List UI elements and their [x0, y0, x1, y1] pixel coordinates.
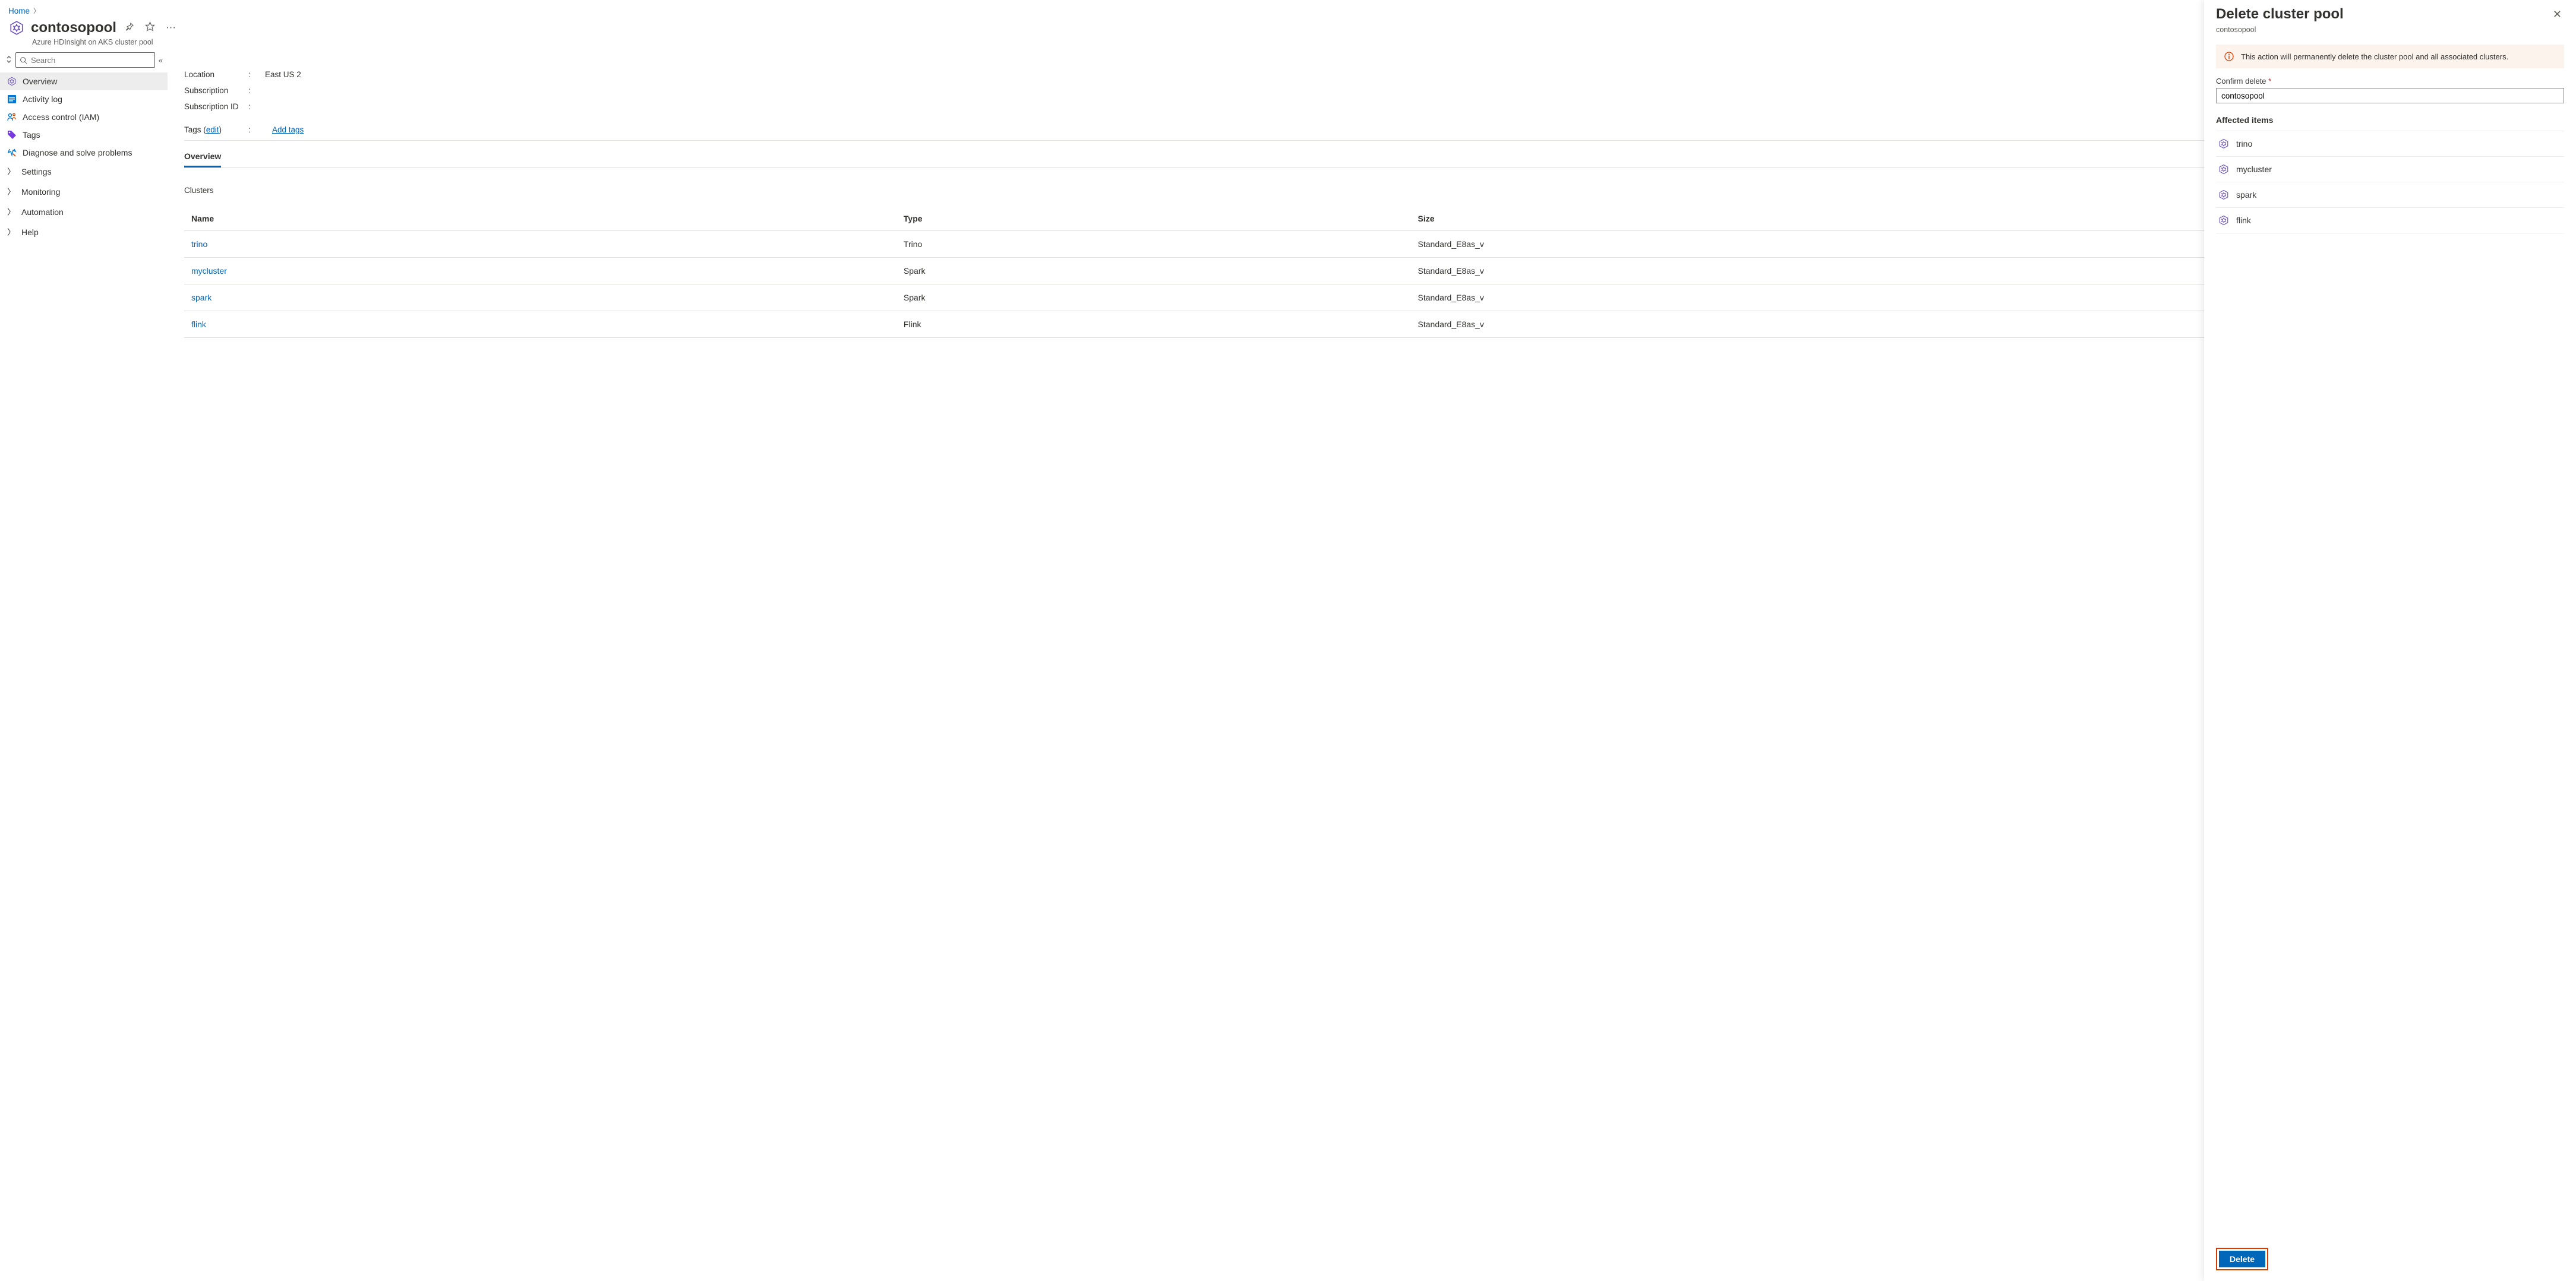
collapse-sidebar-icon[interactable]: « [159, 56, 163, 65]
breadcrumb: Home 〉 [0, 0, 2576, 19]
info-icon [2224, 52, 2234, 61]
activity-log-icon [7, 94, 17, 104]
confirm-label: Confirm delete [2216, 77, 2266, 86]
sidebar-search[interactable] [15, 52, 155, 68]
subscription-id-label: Subscription ID [184, 102, 248, 111]
panel-subtitle: contosopool [2204, 26, 2576, 41]
affected-item-name: mycluster [2236, 165, 2272, 174]
cluster-type: Spark [896, 258, 1411, 284]
page-title: contosopool [31, 20, 116, 36]
affected-item-name: flink [2236, 216, 2251, 225]
table-row: trino Trino Standard_E8as_v [184, 231, 2559, 258]
cluster-icon [2218, 215, 2229, 226]
sidebar-item-monitoring[interactable]: 〉 Monitoring [0, 182, 168, 202]
hex-icon [7, 77, 17, 86]
sidebar-item-help[interactable]: 〉 Help [0, 222, 168, 242]
diagnose-icon [7, 148, 17, 157]
page-subtitle: Azure HDInsight on AKS cluster pool [0, 38, 2576, 52]
sort-handle-icon[interactable] [6, 55, 12, 65]
tags-label: Tags (edit) [184, 125, 248, 134]
breadcrumb-home[interactable]: Home [8, 7, 30, 15]
clusters-heading: Clusters [184, 186, 2559, 195]
edit-tags-link[interactable]: edit [206, 125, 219, 134]
search-icon [20, 56, 27, 64]
cluster-link[interactable]: mycluster [191, 266, 227, 276]
affected-item-name: trino [2236, 139, 2252, 148]
delete-highlight: Delete [2216, 1248, 2268, 1270]
sidebar-item-label: Monitoring [21, 187, 60, 197]
required-star: * [2268, 77, 2271, 86]
col-name[interactable]: Name [184, 207, 896, 231]
sidebar-item-label: Automation [21, 207, 64, 217]
sidebar-item-label: Settings [21, 167, 52, 176]
sidebar-item-label: Overview [23, 77, 57, 86]
cluster-type: Trino [896, 231, 1411, 258]
access-control-icon [7, 112, 17, 122]
sidebar-item-label: Help [21, 227, 39, 237]
cluster-icon [2218, 164, 2229, 175]
clusters-table: Name Type Size trino Trino Standard_E8as… [184, 207, 2559, 338]
affected-item: flink [2216, 208, 2564, 233]
chevron-right-icon: 〉 [7, 186, 15, 198]
location-value: East US 2 [265, 70, 301, 79]
sidebar-item-tags[interactable]: Tags [0, 126, 168, 144]
sidebar-item-label: Activity log [23, 94, 62, 104]
cluster-type: Flink [896, 311, 1411, 338]
sidebar-item-diagnose[interactable]: Diagnose and solve problems [0, 144, 168, 162]
tab-overview[interactable]: Overview [184, 151, 221, 167]
tags-icon [7, 130, 17, 140]
sidebar-item-label: Diagnose and solve problems [23, 148, 132, 157]
delete-button[interactable]: Delete [2219, 1251, 2265, 1267]
sidebar-item-automation[interactable]: 〉 Automation [0, 202, 168, 222]
col-type[interactable]: Type [896, 207, 1411, 231]
sidebar-item-label: Access control (IAM) [23, 112, 99, 122]
warning-text: This action will permanently delete the … [2241, 52, 2508, 61]
favorite-icon[interactable] [143, 19, 157, 37]
affected-item: mycluster [2216, 157, 2564, 182]
affected-item: spark [2216, 182, 2564, 208]
cluster-link[interactable]: flink [191, 320, 206, 329]
sidebar-item-activity-log[interactable]: Activity log [0, 90, 168, 108]
sidebar: « Overview Activity log Access control (… [0, 52, 168, 1281]
sidebar-item-label: Tags [23, 130, 40, 140]
warning-banner: This action will permanently delete the … [2216, 45, 2564, 68]
sidebar-item-settings[interactable]: 〉 Settings [0, 162, 168, 182]
table-row: spark Spark Standard_E8as_v [184, 284, 2559, 311]
table-row: flink Flink Standard_E8as_v [184, 311, 2559, 338]
search-input[interactable] [31, 56, 151, 65]
add-tags-link[interactable]: Add tags [272, 125, 304, 134]
table-row: mycluster Spark Standard_E8as_v [184, 258, 2559, 284]
more-icon[interactable]: ⋯ [163, 20, 178, 36]
affected-item: trino [2216, 131, 2564, 157]
affected-items-heading: Affected items [2204, 113, 2576, 131]
panel-title: Delete cluster pool [2216, 6, 2344, 23]
chevron-right-icon: 〉 [7, 166, 15, 178]
cluster-pool-icon [8, 20, 25, 36]
pin-icon[interactable] [122, 20, 137, 37]
affected-item-name: spark [2236, 190, 2256, 200]
delete-panel: Delete cluster pool ✕ contosopool This a… [2204, 0, 2576, 1281]
cluster-link[interactable]: spark [191, 293, 211, 302]
chevron-right-icon: 〉 [7, 206, 15, 218]
close-icon[interactable]: ✕ [2550, 6, 2564, 23]
chevron-right-icon: 〉 [7, 226, 15, 238]
sidebar-item-overview[interactable]: Overview [0, 72, 168, 90]
cluster-type: Spark [896, 284, 1411, 311]
cluster-icon [2218, 189, 2229, 200]
cluster-icon [2218, 138, 2229, 149]
subscription-label: Subscription [184, 86, 248, 95]
location-label: Location [184, 70, 248, 79]
chevron-right-icon: 〉 [33, 6, 40, 15]
confirm-input[interactable] [2216, 88, 2564, 103]
cluster-link[interactable]: trino [191, 239, 207, 249]
sidebar-item-access-control[interactable]: Access control (IAM) [0, 108, 168, 126]
